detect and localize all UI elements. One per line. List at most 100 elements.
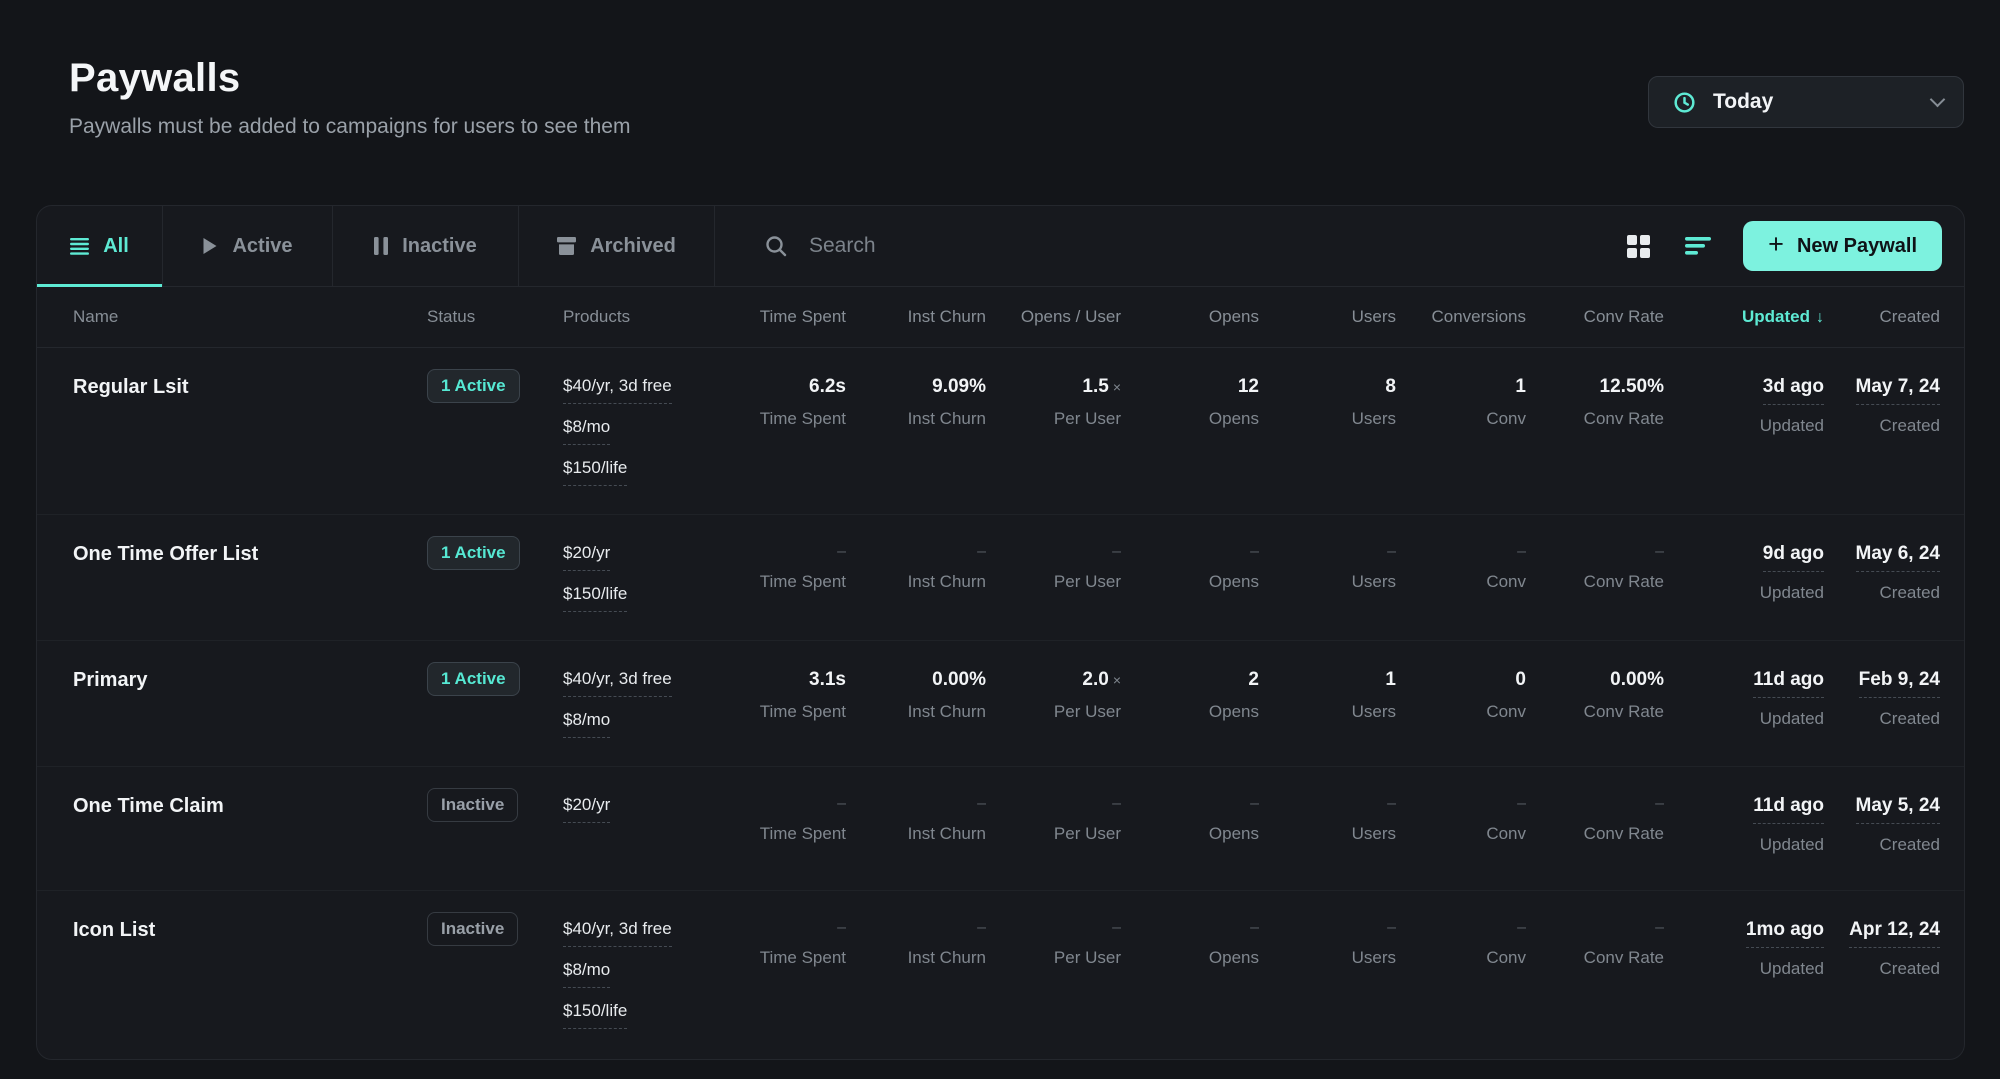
metric-sublabel: Updated — [1760, 709, 1824, 729]
metric-sublabel: Users — [1352, 409, 1396, 429]
status-badge: 1 Active — [427, 536, 520, 570]
column-header-updated[interactable]: Updated↓ — [1664, 307, 1824, 327]
metric-sublabel: Conv — [1486, 702, 1526, 722]
metric-sublabel: Opens — [1209, 572, 1259, 592]
cell-products: $40/yr, 3d free $8/mo $150/life — [563, 348, 746, 514]
product-price[interactable]: $20/yr — [563, 795, 610, 823]
cell-inst_churn: –Inst Churn — [846, 515, 986, 640]
search-input[interactable] — [809, 234, 1229, 258]
product-price[interactable]: $150/life — [563, 1001, 627, 1029]
cell-updated: 3d agoUpdated — [1664, 348, 1824, 514]
cell-name: One Time Offer List — [73, 515, 427, 640]
product-price[interactable]: $150/life — [563, 458, 627, 486]
table-row[interactable]: Regular Lsit 1 Active $40/yr, 3d free $8/mo… — [37, 348, 1964, 514]
column-header-name[interactable]: Name — [73, 307, 427, 327]
tab-label: Active — [232, 235, 292, 258]
product-price[interactable]: $8/mo — [563, 710, 610, 738]
updated-value[interactable]: 3d ago — [1763, 376, 1824, 405]
metric-sublabel: Time Spent — [760, 702, 846, 722]
product-price[interactable]: $40/yr, 3d free — [563, 669, 672, 697]
users-value: 8 — [1385, 376, 1396, 398]
tab-archived[interactable]: Archived — [519, 206, 715, 286]
cell-conv_rate: 0.00%Conv Rate — [1526, 641, 1664, 766]
column-header-conversions[interactable]: Conversions — [1396, 307, 1526, 327]
updated-value[interactable]: 9d ago — [1763, 543, 1824, 572]
cell-per_user: 2.0×Per User — [986, 641, 1121, 766]
cell-status: Inactive — [427, 767, 563, 890]
status-badge: 1 Active — [427, 369, 520, 403]
empty-value: – — [1250, 543, 1259, 561]
paywall-name: One Time Claim — [73, 795, 224, 817]
cell-inst_churn: –Inst Churn — [846, 767, 986, 890]
table-row[interactable]: One Time ClaimInactive$20/yr–Time Spent–… — [37, 766, 1964, 890]
list-lines-icon — [70, 238, 89, 255]
cell-products: $40/yr, 3d free $8/mo — [563, 641, 746, 766]
paywall-name: Regular Lsit — [73, 376, 189, 398]
empty-value: – — [837, 919, 846, 937]
column-header-products[interactable]: Products — [563, 307, 746, 327]
metric-sublabel: Users — [1352, 824, 1396, 844]
product-price[interactable]: $150/life — [563, 584, 627, 612]
created-value[interactable]: May 6, 24 — [1856, 543, 1941, 572]
column-header-created[interactable]: Created — [1824, 307, 1940, 327]
empty-value: – — [1112, 919, 1121, 937]
updated-value[interactable]: 11d ago — [1753, 669, 1824, 698]
cell-per_user: –Per User — [986, 767, 1121, 890]
metric-sublabel: Time Spent — [760, 572, 846, 592]
archive-icon — [557, 237, 576, 255]
rows-view-icon[interactable] — [1683, 231, 1713, 261]
cell-users: 1Users — [1259, 641, 1396, 766]
period-selector[interactable]: Today — [1648, 76, 1964, 128]
created-value[interactable]: May 7, 24 — [1856, 376, 1941, 405]
column-header-time_spent[interactable]: Time Spent — [746, 307, 846, 327]
inst_churn-value: 9.09% — [932, 376, 986, 398]
table-row[interactable]: One Time Offer List1 Active $20/yr $150/li… — [37, 514, 1964, 640]
empty-value: – — [977, 543, 986, 561]
product-price[interactable]: $20/yr — [563, 543, 610, 571]
play-icon — [202, 237, 218, 255]
tab-active[interactable]: Active — [163, 206, 333, 286]
page-title: Paywalls — [69, 56, 630, 101]
product-price[interactable]: $40/yr, 3d free — [563, 919, 672, 947]
empty-value: – — [1112, 795, 1121, 813]
tab-inactive[interactable]: Inactive — [333, 206, 519, 286]
column-header-users[interactable]: Users — [1259, 307, 1396, 327]
tab-all[interactable]: All — [37, 206, 163, 286]
cell-name: Regular Lsit — [73, 348, 427, 514]
product-price[interactable]: $8/mo — [563, 960, 610, 988]
conv_rate-value: 0.00% — [1610, 669, 1664, 691]
new-paywall-label: New Paywall — [1797, 235, 1917, 258]
cell-conv_rate: 12.50%Conv Rate — [1526, 348, 1664, 514]
column-header-conv_rate[interactable]: Conv Rate — [1526, 307, 1664, 327]
metric-sublabel: Conv — [1486, 824, 1526, 844]
cell-updated: 1mo agoUpdated — [1664, 891, 1824, 1057]
product-price[interactable]: $40/yr, 3d free — [563, 376, 672, 404]
column-header-per_user[interactable]: Opens / User — [986, 307, 1121, 327]
cell-created: May 5, 24Created — [1824, 767, 1940, 890]
cell-users: 8 Users — [1259, 348, 1396, 514]
column-header-inst_churn[interactable]: Inst Churn — [846, 307, 986, 327]
grid-view-icon[interactable] — [1623, 231, 1653, 261]
period-label: Today — [1713, 90, 1918, 114]
created-value[interactable]: Feb 9, 24 — [1859, 669, 1940, 698]
table-row[interactable]: Primary1 Active$40/yr, 3d free$8/mo3.1sT… — [37, 640, 1964, 766]
created-value[interactable]: Apr 12, 24 — [1849, 919, 1940, 948]
metric-sublabel: Inst Churn — [908, 702, 986, 722]
cell-status: 1 Active — [427, 641, 563, 766]
column-header-opens[interactable]: Opens — [1121, 307, 1259, 327]
page-header: Paywalls Paywalls must be added to campa… — [69, 56, 630, 139]
cell-per_user: –Per User — [986, 515, 1121, 640]
cell-users: –Users — [1259, 515, 1396, 640]
clock-icon — [1669, 87, 1699, 117]
created-value[interactable]: May 5, 24 — [1856, 795, 1941, 824]
metric-sublabel: Users — [1352, 572, 1396, 592]
cell-created: May 7, 24Created — [1824, 348, 1940, 514]
metric-sublabel: Conv Rate — [1584, 948, 1664, 968]
updated-value[interactable]: 11d ago — [1753, 795, 1824, 824]
tab-label: Inactive — [402, 235, 476, 258]
new-paywall-button[interactable]: + New Paywall — [1743, 221, 1942, 271]
table-row[interactable]: Icon ListInactive$40/yr, 3d free$8/mo$15… — [37, 890, 1964, 1057]
column-header-status[interactable]: Status — [427, 307, 563, 327]
updated-value[interactable]: 1mo ago — [1746, 919, 1824, 948]
product-price[interactable]: $8/mo — [563, 417, 610, 445]
